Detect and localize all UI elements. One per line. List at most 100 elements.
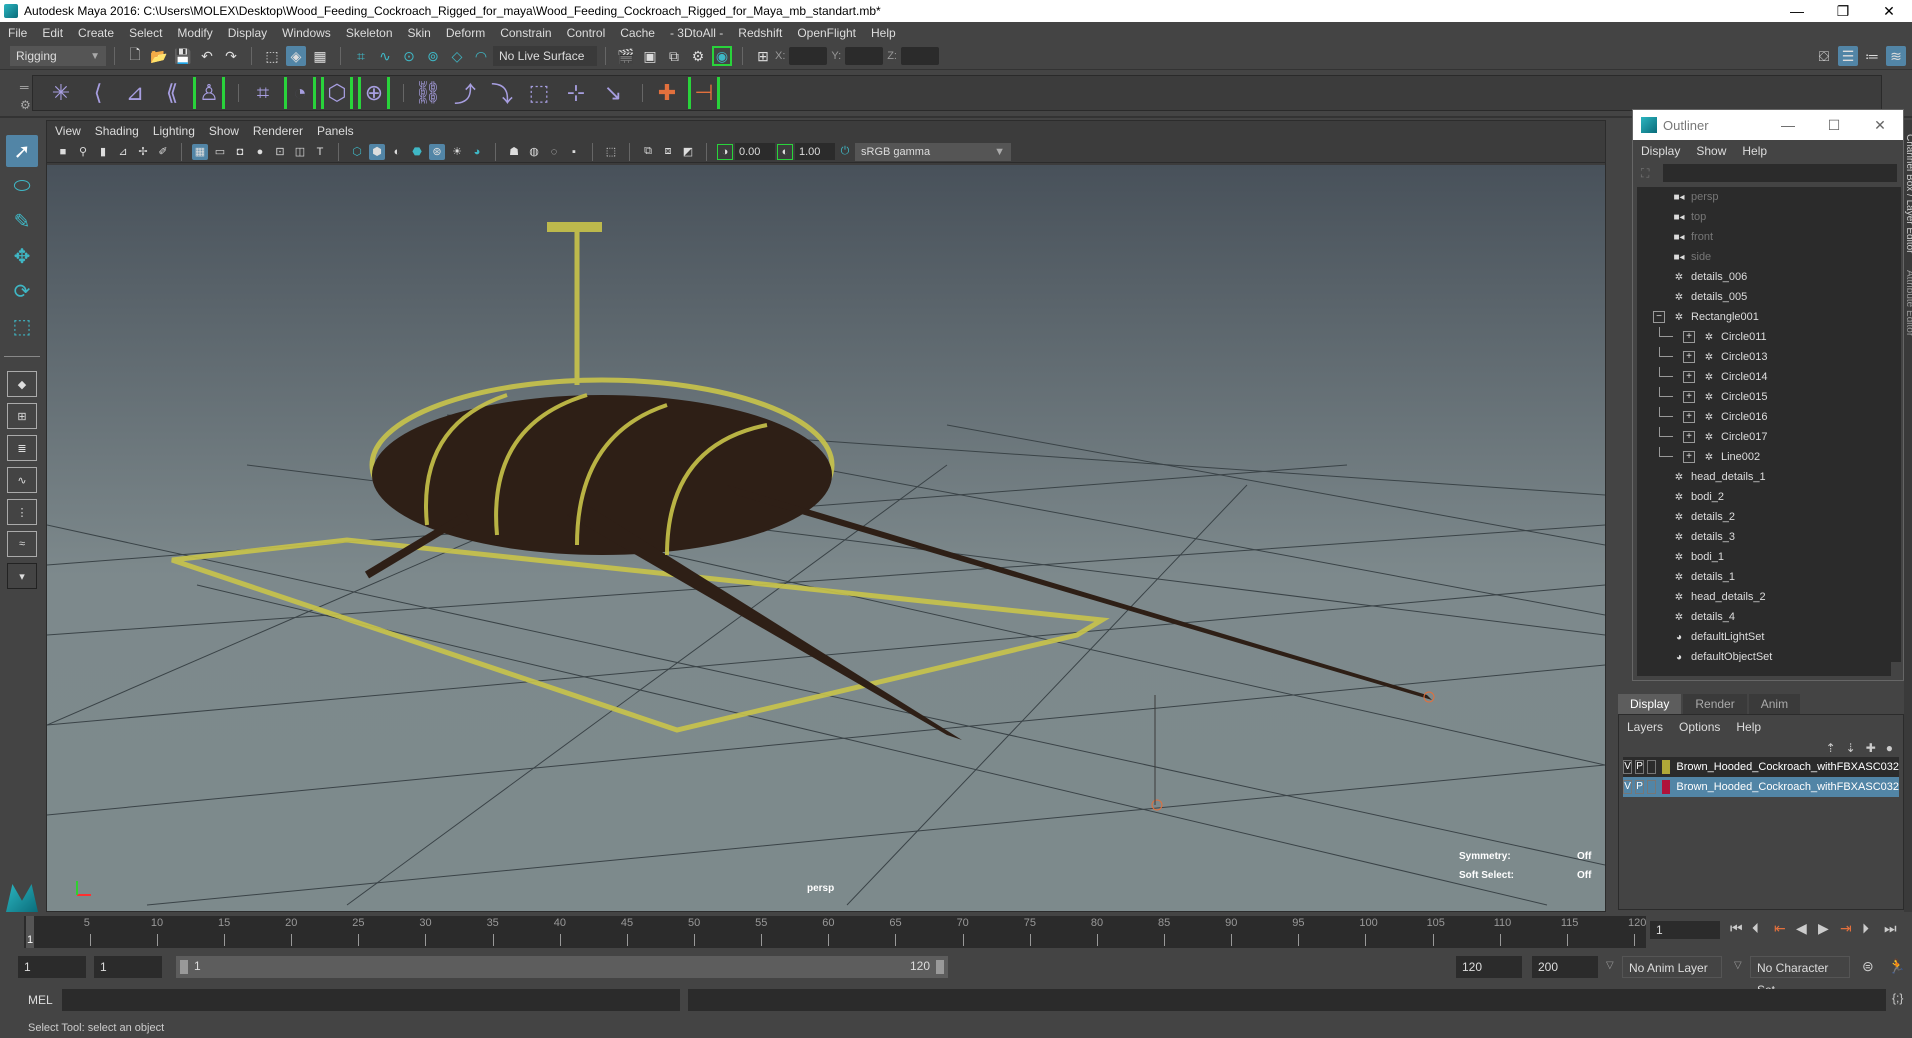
screen-space-ao-icon[interactable]: ☗ xyxy=(506,144,522,160)
viewport-menu-show[interactable]: Show xyxy=(209,124,239,138)
outliner-item[interactable]: + ✲ Circle013 xyxy=(1637,347,1891,367)
hypershade-icon[interactable]: ◉ xyxy=(712,46,732,66)
shelf-gear-icon[interactable]: ⚙ xyxy=(20,98,31,112)
outliner-item[interactable]: ✲ bodi_1 xyxy=(1637,547,1891,567)
2d-pan-icon[interactable]: ✢ xyxy=(135,144,151,160)
menu-skin[interactable]: Skin xyxy=(408,26,431,40)
hik-character-icon[interactable]: ♙ xyxy=(193,77,225,109)
snap-curve-icon[interactable]: ∿ xyxy=(375,46,395,66)
outliner-item[interactable]: ✲ details_4 xyxy=(1637,607,1891,627)
outliner-item[interactable]: + ✲ Circle014 xyxy=(1637,367,1891,387)
menu-openflight[interactable]: OpenFlight xyxy=(797,26,856,40)
point-constraint-icon[interactable]: ⤴ xyxy=(449,77,481,109)
lights-icon[interactable]: ☀ xyxy=(449,144,465,160)
xray-joints-icon[interactable]: ◩ xyxy=(680,144,696,160)
snap-view-icon[interactable]: ⊚ xyxy=(423,46,443,66)
select-tool-icon[interactable]: ➚ xyxy=(6,135,38,167)
exposure-icon[interactable]: ◑ xyxy=(717,143,733,160)
minimize-button[interactable]: — xyxy=(1774,3,1820,20)
go-to-start-icon[interactable]: ⏮ xyxy=(1730,920,1743,937)
expand-icon[interactable]: + xyxy=(1683,411,1695,423)
motion-blur-icon[interactable]: ◍ xyxy=(526,144,542,160)
gamma-icon[interactable]: ◐ xyxy=(777,143,793,160)
menu-file[interactable]: File xyxy=(8,26,27,40)
shelf-menu-icon[interactable]: ═ xyxy=(20,80,29,94)
viewport-menu-renderer[interactable]: Renderer xyxy=(253,124,303,138)
visibility-toggle[interactable]: V xyxy=(1623,780,1633,794)
xray-active-icon[interactable]: ⧈ xyxy=(660,144,676,160)
channel-box-icon[interactable]: ☰ xyxy=(1838,46,1858,66)
outliner-item[interactable]: + ✲ Circle016 xyxy=(1637,407,1891,427)
step-forward-key-icon[interactable]: ⇥ xyxy=(1840,920,1852,937)
color-management-icon[interactable]: ⏻ xyxy=(837,144,853,160)
expand-icon[interactable]: + xyxy=(1683,391,1695,403)
outliner-item[interactable]: + ✲ Circle017 xyxy=(1637,427,1891,447)
current-frame-field[interactable]: 1 xyxy=(1650,921,1720,939)
grease-pencil-icon[interactable]: ✐ xyxy=(155,144,171,160)
aim-constraint-icon[interactable]: ⊹ xyxy=(560,77,592,109)
colorspace-dropdown[interactable]: sRGB gamma ▼ xyxy=(855,142,1011,161)
camera-attr-icon[interactable]: ⚲ xyxy=(75,144,91,160)
attribute-editor-icon[interactable]: ≔ xyxy=(1862,46,1882,66)
outliner-item[interactable]: ■◂ persp xyxy=(1637,187,1891,207)
layer-tab-render[interactable]: Render xyxy=(1683,694,1747,714)
lasso-tool-icon[interactable]: ⬭ xyxy=(6,170,38,202)
new-scene-icon[interactable]: 🗋 xyxy=(125,46,145,66)
outliner-item[interactable]: ✲ details_2 xyxy=(1637,507,1891,527)
render-view-icon[interactable]: 🎬 xyxy=(616,46,636,66)
single-pane-layout-icon[interactable]: ◆ xyxy=(7,371,37,397)
outliner-item[interactable]: + ✲ Circle015 xyxy=(1637,387,1891,407)
transform-input-icon[interactable]: ⊞ xyxy=(753,46,773,66)
close-button[interactable]: ✕ xyxy=(1866,3,1912,20)
outliner-persp-layout-icon[interactable]: ≣ xyxy=(7,435,37,461)
playback-start-field[interactable]: 1 xyxy=(94,956,162,978)
move-layer-down-icon[interactable]: ⇣ xyxy=(1846,741,1856,755)
outliner-menu-help[interactable]: Help xyxy=(1742,144,1767,158)
menu-skeleton[interactable]: Skeleton xyxy=(346,26,393,40)
hypershade-layout-icon[interactable]: ⋮ xyxy=(7,499,37,525)
character-set-field[interactable]: No Character Set xyxy=(1750,956,1850,997)
cluster-icon[interactable]: ⊕ xyxy=(358,77,390,109)
graph-persp-layout-icon[interactable]: ∿ xyxy=(7,467,37,493)
layer-row[interactable]: V P Brown_Hooded_Cockroach_withFBXASC032 xyxy=(1623,777,1899,797)
collapse-icon[interactable]: − xyxy=(1653,311,1665,323)
new-layer-from-selected-icon[interactable]: ● xyxy=(1886,741,1893,755)
outliner-item[interactable]: + ✲ Line002 xyxy=(1637,447,1891,467)
script-editor-icon[interactable]: {;} xyxy=(1892,991,1903,1005)
menu-edit[interactable]: Edit xyxy=(42,26,63,40)
outliner-item[interactable]: ■◂ front xyxy=(1637,227,1891,247)
channel-box-tab[interactable]: Channel Box / Layer Editor xyxy=(1904,134,1912,254)
go-to-end-icon[interactable]: ⏭ xyxy=(1884,920,1897,937)
filter-select-icon[interactable]: ⛶ xyxy=(1641,166,1649,181)
playback-range-slider[interactable]: 1 120 xyxy=(176,956,948,978)
move-tool-icon[interactable]: ✥ xyxy=(6,240,38,272)
menu-cache[interactable]: Cache xyxy=(620,26,655,40)
outliner-item[interactable]: ◕ defaultLightSet xyxy=(1637,627,1891,647)
default-material-icon[interactable]: ◐ xyxy=(389,144,405,160)
anti-alias-icon[interactable]: ◌ xyxy=(546,144,562,160)
viewport-menu-panels[interactable]: Panels xyxy=(317,124,354,138)
undo-icon[interactable]: ↶ xyxy=(197,46,217,66)
expand-icon[interactable]: + xyxy=(1683,431,1695,443)
snap-point-icon[interactable]: ⊙ xyxy=(399,46,419,66)
layer-menu-layers[interactable]: Layers xyxy=(1627,720,1663,734)
outliner-item[interactable]: ◕ defaultObjectSet xyxy=(1637,647,1891,662)
redo-icon[interactable]: ↷ xyxy=(221,46,241,66)
outliner-item[interactable]: − ✲ Rectangle001 xyxy=(1637,307,1891,327)
expand-icon[interactable]: + xyxy=(1683,371,1695,383)
lattice-icon[interactable]: ⬡ xyxy=(321,77,353,109)
anim-prefs-icon[interactable]: 🏃 xyxy=(1888,958,1905,975)
gate-mask-icon[interactable]: ● xyxy=(252,144,268,160)
snap-grid-icon[interactable]: ⌗ xyxy=(351,46,371,66)
playback-toggle[interactable]: P xyxy=(1635,760,1645,774)
outliner-item[interactable]: ■◂ side xyxy=(1637,247,1891,267)
wireframe-on-shaded-icon[interactable]: ⬣ xyxy=(409,144,425,160)
y-field[interactable] xyxy=(845,47,884,65)
grid-icon[interactable]: ▦ xyxy=(192,143,208,160)
visibility-toggle[interactable]: V xyxy=(1623,760,1633,774)
bookmark-icon[interactable]: ▮ xyxy=(95,144,111,160)
select-component-icon[interactable]: ▦ xyxy=(310,46,330,66)
attribute-editor-tab[interactable]: Attribute Editor xyxy=(1904,270,1912,336)
time-slider-track[interactable]: 1 5 10 15 20 25 30 35 40 45 50 55 60 65 70 75 80 85 90 95 1… xyxy=(24,916,1646,948)
open-scene-icon[interactable]: 📂 xyxy=(149,46,169,66)
